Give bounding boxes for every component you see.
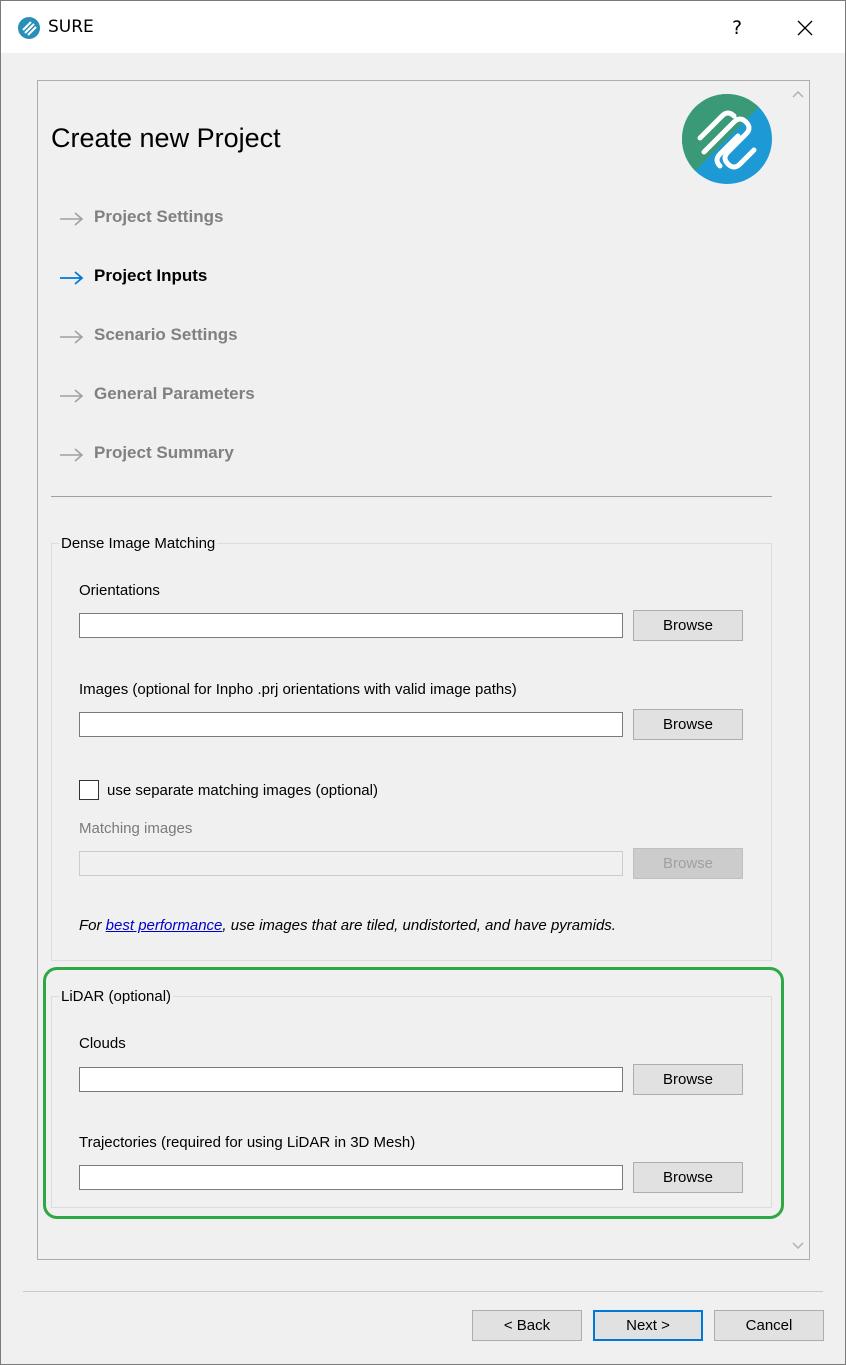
arrow-right-icon — [60, 389, 84, 403]
dense-matching-title: Dense Image Matching — [59, 535, 218, 552]
matching-images-browse-button: Browse — [633, 848, 743, 879]
matching-images-label: Matching images — [79, 820, 193, 837]
hint-suffix: , use images that are tiled, undistorted… — [222, 917, 616, 934]
scroll-down-icon[interactable] — [791, 1241, 805, 1251]
best-performance-link[interactable]: best performance — [106, 917, 223, 934]
window-title: SURE — [48, 17, 94, 37]
cancel-button[interactable]: Cancel — [714, 1310, 824, 1341]
images-browse-button[interactable]: Browse — [633, 709, 743, 740]
close-button[interactable] — [787, 11, 823, 45]
images-input[interactable] — [79, 712, 623, 737]
footer-divider — [23, 1291, 823, 1292]
arrow-right-icon — [60, 271, 84, 285]
arrow-right-icon — [60, 330, 84, 344]
separate-matching-label[interactable]: use separate matching images (optional) — [107, 782, 378, 799]
dialog-window: SURE ? Create new Project Project Settin… — [0, 0, 846, 1365]
title-bar: SURE ? — [1, 1, 845, 53]
orientations-label: Orientations — [79, 582, 160, 599]
close-icon — [797, 20, 813, 36]
step-label: Project Inputs — [94, 266, 208, 285]
lidar-highlight-outline — [43, 967, 784, 1219]
separate-matching-checkbox[interactable] — [79, 780, 99, 800]
step-label: General Parameters — [94, 384, 255, 403]
back-button[interactable]: < Back — [472, 1310, 582, 1341]
divider — [51, 496, 772, 497]
help-button[interactable]: ? — [719, 11, 755, 45]
step-label: Scenario Settings — [94, 325, 238, 344]
images-label: Images (optional for Inpho .prj orientat… — [79, 681, 517, 698]
arrow-right-icon — [60, 212, 84, 226]
sure-logo — [682, 94, 772, 184]
scroll-up-icon[interactable] — [791, 89, 805, 99]
dense-matching-group — [51, 543, 772, 961]
next-button[interactable]: Next > — [593, 1310, 703, 1341]
orientations-input[interactable] — [79, 613, 623, 638]
orientations-browse-button[interactable]: Browse — [633, 610, 743, 641]
hint-prefix: For — [79, 917, 106, 934]
step-label: Project Summary — [94, 443, 234, 462]
step-label: Project Settings — [94, 207, 224, 226]
arrow-right-icon — [60, 448, 84, 462]
page-title: Create new Project — [51, 123, 281, 153]
matching-images-input — [79, 851, 623, 876]
sure-app-icon — [18, 17, 40, 39]
performance-hint: For best performance, use images that ar… — [79, 917, 616, 934]
